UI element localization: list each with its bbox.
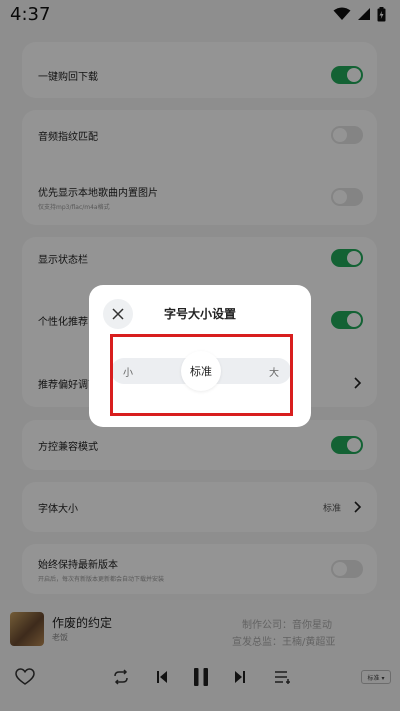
highlight-box xyxy=(110,334,293,416)
dialog-title: 字号大小设置 xyxy=(163,307,236,321)
